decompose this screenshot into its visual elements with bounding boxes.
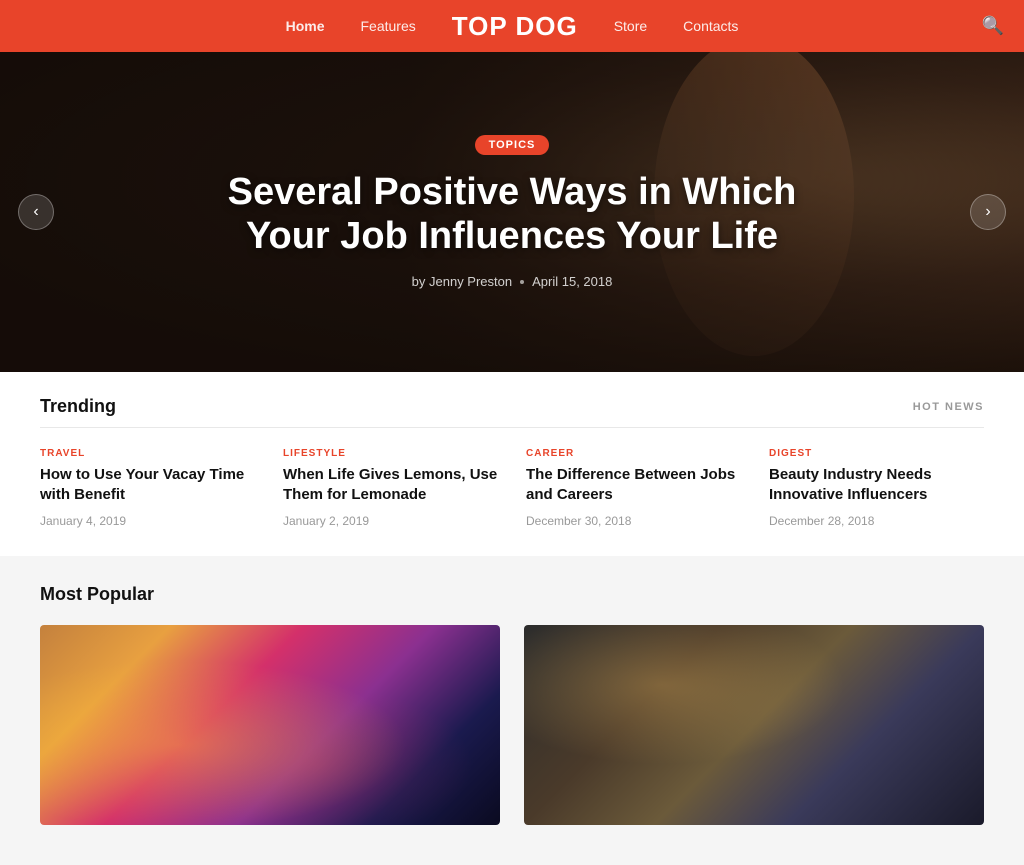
hero-content: TOPICS Several Positive Ways in Which Yo…	[162, 135, 862, 289]
hero-author: by Jenny Preston	[412, 274, 512, 289]
nav-link-home[interactable]: Home	[286, 18, 325, 34]
nav-inner: Home Features TOP DOG Store Contacts	[286, 11, 739, 42]
hero-badge[interactable]: TOPICS	[475, 135, 550, 155]
search-icon[interactable]: 🔍	[982, 16, 1004, 37]
hero-meta-dot	[520, 280, 524, 284]
trending-item: CAREER The Difference Between Jobs and C…	[526, 448, 741, 528]
nav-brand[interactable]: TOP DOG	[452, 11, 578, 42]
popular-title: Most Popular	[40, 584, 984, 605]
hero-date: April 15, 2018	[532, 274, 612, 289]
hero-section: ‹ TOPICS Several Positive Ways in Which …	[0, 52, 1024, 372]
trending-item-title-0[interactable]: How to Use Your Vacay Time with Benefit	[40, 465, 255, 506]
trending-item-date-2: December 30, 2018	[526, 514, 741, 528]
trending-grid: TRAVEL How to Use Your Vacay Time with B…	[40, 448, 984, 528]
trending-section: Trending HOT NEWS TRAVEL How to Use Your…	[0, 372, 1024, 556]
trending-item: LIFESTYLE When Life Gives Lemons, Use Th…	[283, 448, 498, 528]
trending-item-title-3[interactable]: Beauty Industry Needs Innovative Influen…	[769, 465, 984, 506]
hot-news-label: HOT NEWS	[913, 401, 984, 413]
trending-header: Trending HOT NEWS	[40, 396, 984, 428]
nav-link-store[interactable]: Store	[614, 18, 647, 34]
trending-category-0: TRAVEL	[40, 448, 255, 459]
trending-item-date-0: January 4, 2019	[40, 514, 255, 528]
hero-next-button[interactable]: ›	[970, 194, 1006, 230]
popular-section: Most Popular	[0, 556, 1024, 865]
popular-card-1[interactable]	[524, 625, 984, 825]
trending-item-date-1: January 2, 2019	[283, 514, 498, 528]
hero-meta: by Jenny Preston April 15, 2018	[202, 274, 822, 289]
trending-item-date-3: December 28, 2018	[769, 514, 984, 528]
trending-item-title-1[interactable]: When Life Gives Lemons, Use Them for Lem…	[283, 465, 498, 506]
hero-title: Several Positive Ways in Which Your Job …	[202, 171, 822, 258]
trending-category-3: DIGEST	[769, 448, 984, 459]
popular-grid	[40, 625, 984, 825]
trending-item-title-2[interactable]: The Difference Between Jobs and Careers	[526, 465, 741, 506]
nav-link-contacts[interactable]: Contacts	[683, 18, 738, 34]
trending-title: Trending	[40, 396, 116, 417]
trending-category-1: LIFESTYLE	[283, 448, 498, 459]
popular-card-0[interactable]	[40, 625, 500, 825]
nav-link-features[interactable]: Features	[360, 18, 415, 34]
navigation: Home Features TOP DOG Store Contacts 🔍	[0, 0, 1024, 52]
hero-prev-button[interactable]: ‹	[18, 194, 54, 230]
trending-item: TRAVEL How to Use Your Vacay Time with B…	[40, 448, 255, 528]
trending-category-2: CAREER	[526, 448, 741, 459]
trending-item: DIGEST Beauty Industry Needs Innovative …	[769, 448, 984, 528]
